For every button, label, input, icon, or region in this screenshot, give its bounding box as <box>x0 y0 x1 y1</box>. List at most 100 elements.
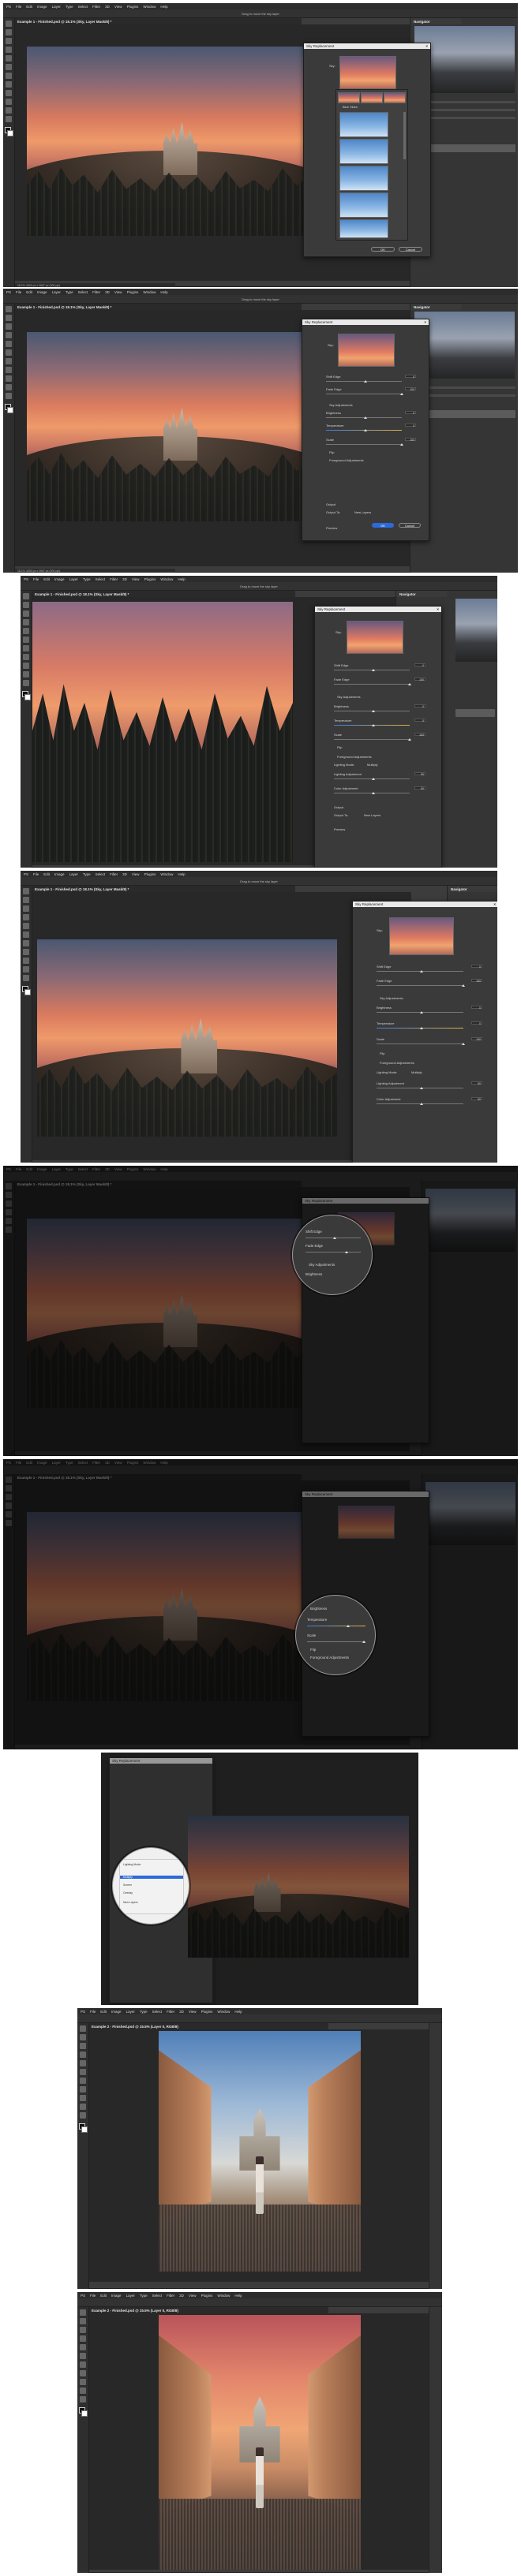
move-tool-icon[interactable] <box>80 2309 86 2316</box>
blue-skies-folder[interactable]: Blue Skies <box>343 105 358 109</box>
crop-tool-icon[interactable] <box>23 619 29 625</box>
option-screen[interactable]: Screen <box>123 1883 180 1887</box>
menu-plugins[interactable]: Plugins <box>127 290 139 294</box>
menu-image[interactable]: Image <box>111 2010 122 2014</box>
move-tool-icon[interactable] <box>23 593 29 599</box>
menu-edit[interactable]: Edit <box>26 1167 32 1171</box>
menu-layer[interactable]: Layer <box>69 872 78 876</box>
menu-file[interactable]: File <box>16 1461 21 1465</box>
brush-tool-icon[interactable] <box>80 2353 86 2359</box>
lasso-tool-icon[interactable] <box>80 2043 86 2049</box>
menu-filter[interactable]: Filter <box>92 1167 100 1171</box>
menu-view[interactable]: View <box>132 872 140 876</box>
menu-filter[interactable]: Filter <box>92 1461 100 1465</box>
flip-checkbox[interactable]: Flip <box>310 1648 316 1652</box>
preview-checkbox[interactable]: Preview <box>334 827 345 831</box>
document-tab[interactable]: Example 2 - Finished.psd @ 15.5% (Layer … <box>88 2023 328 2029</box>
eraser-tool-icon[interactable] <box>6 81 12 88</box>
foreground-adjustments-header[interactable]: Foreground Adjustments <box>310 1656 349 1659</box>
menu-edit[interactable]: Edit <box>26 1461 32 1465</box>
brush-tool-icon[interactable] <box>23 637 29 643</box>
brush-tool-icon[interactable] <box>23 931 29 938</box>
close-icon[interactable]: × <box>493 902 496 906</box>
scale-slider[interactable] <box>334 737 411 741</box>
menu-select[interactable]: Select <box>78 1461 88 1465</box>
menu-file[interactable]: File <box>16 1167 21 1171</box>
stamp-tool-icon[interactable] <box>6 73 12 79</box>
move-tool-icon[interactable] <box>6 306 12 312</box>
menu-layer[interactable]: Layer <box>52 1461 61 1465</box>
menu-filter[interactable]: Filter <box>92 290 100 294</box>
menu-ps[interactable]: PS <box>6 5 11 9</box>
menu-3d[interactable]: 3D <box>105 1167 110 1171</box>
scale-input[interactable]: 100 <box>414 733 425 737</box>
menu-help[interactable]: Help <box>160 5 167 9</box>
lighting-adjustment-slider[interactable] <box>334 777 410 780</box>
menu-help[interactable]: Help <box>160 1167 167 1171</box>
menu-edit[interactable]: Edit <box>26 290 32 294</box>
temperature-slider[interactable] <box>334 723 410 726</box>
menu-3d[interactable]: 3D <box>179 2010 184 2014</box>
sky-thumbnail[interactable] <box>338 1506 395 1539</box>
navigator-tab[interactable]: Navigator <box>410 18 461 24</box>
fade-edge-input[interactable]: 100 <box>471 979 482 983</box>
menu-image[interactable]: Image <box>37 290 47 294</box>
menu-3d[interactable]: 3D <box>105 5 110 9</box>
pen-tool-icon[interactable] <box>80 2104 86 2110</box>
type-tool-icon[interactable] <box>23 975 29 981</box>
brightness-slider[interactable] <box>377 1010 463 1014</box>
marquee-tool-icon[interactable] <box>23 602 29 608</box>
menu-image[interactable]: Image <box>37 1461 47 1465</box>
menu-view[interactable]: View <box>114 5 122 9</box>
menu-layer[interactable]: Layer <box>52 290 61 294</box>
foreground-adjustments-header[interactable]: Foreground Adjustments <box>337 755 372 759</box>
menu-window[interactable]: Window <box>160 872 173 876</box>
menu-file[interactable]: File <box>33 577 39 581</box>
stamp-tool-icon[interactable] <box>23 940 29 946</box>
menu-plugins[interactable]: Plugins <box>201 2010 213 2014</box>
eyedropper-tool-icon[interactable] <box>6 55 12 62</box>
temperature-input[interactable]: 0 <box>471 1021 482 1025</box>
brightness-input[interactable]: 0 <box>405 411 416 415</box>
move-tool-icon[interactable] <box>23 888 29 894</box>
cancel-button[interactable]: Cancel <box>399 247 422 252</box>
close-icon[interactable]: × <box>437 607 439 611</box>
preview-checkbox[interactable]: Preview <box>326 526 337 530</box>
type-tool-icon[interactable] <box>80 2112 86 2119</box>
sky-preset[interactable] <box>361 92 383 103</box>
menu-layer[interactable]: Layer <box>69 577 78 581</box>
gradient-tool-icon[interactable] <box>80 2095 86 2101</box>
ok-button[interactable]: OK <box>371 247 395 252</box>
flip-checkbox[interactable]: Flip <box>380 1051 384 1055</box>
gradient-tool-icon[interactable] <box>6 90 12 96</box>
sky-preset[interactable] <box>338 92 360 103</box>
menu-type[interactable]: Type <box>83 872 91 876</box>
menu-ps[interactable]: PS <box>81 2294 85 2298</box>
output-to-select[interactable]: New Layers <box>364 813 380 817</box>
foreground-adjustments-header[interactable]: Foreground Adjustments <box>380 1061 414 1065</box>
menu-help[interactable]: Help <box>178 577 185 581</box>
scale-slider[interactable] <box>307 1640 365 1643</box>
option-overlay[interactable]: Overlay <box>123 1891 180 1895</box>
shift-edge-slider[interactable] <box>377 969 463 973</box>
menu-3d[interactable]: 3D <box>105 1461 110 1465</box>
lasso-tool-icon[interactable] <box>23 610 29 617</box>
sky-thumbnail[interactable] <box>339 56 396 89</box>
flip-checkbox[interactable]: Flip <box>329 450 334 454</box>
scale-input[interactable]: 100 <box>471 1037 482 1041</box>
lasso-tool-icon[interactable] <box>23 905 29 912</box>
document-tab[interactable]: Example 1 - Finished.psd @ 18.1% (Sky, L… <box>14 18 302 24</box>
option-multiply[interactable]: Multiply <box>120 1876 183 1879</box>
menu-window[interactable]: Window <box>217 2010 230 2014</box>
menu-ps[interactable]: PS <box>81 2010 85 2014</box>
menu-filter[interactable]: Filter <box>110 577 118 581</box>
menu-image[interactable]: Image <box>37 1167 47 1171</box>
pen-tool-icon[interactable] <box>6 384 12 390</box>
marquee-tool-icon[interactable] <box>6 29 12 35</box>
menu-ps[interactable]: PS <box>24 872 28 876</box>
crop-tool-icon[interactable] <box>80 2051 86 2058</box>
menu-select[interactable]: Select <box>152 2294 163 2298</box>
output-to-select[interactable]: New Layers <box>354 510 371 514</box>
brightness-input[interactable]: 0 <box>471 1006 482 1010</box>
menu-window[interactable]: Window <box>143 1167 156 1171</box>
